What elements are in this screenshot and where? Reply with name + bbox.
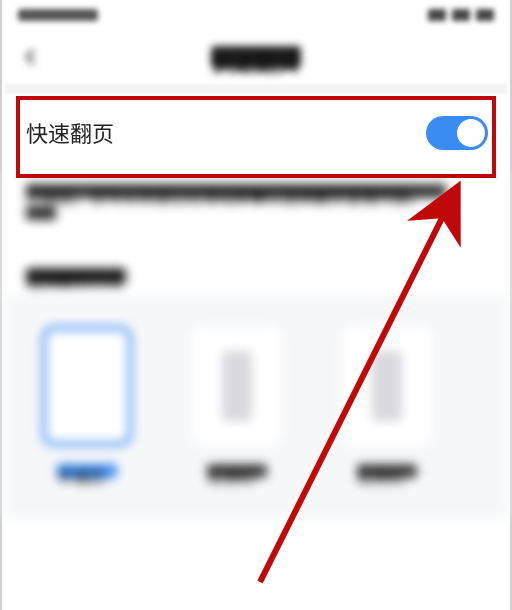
setting-description: 开启后，您可以快速左右滑动屏幕以连续翻页查看内容。 [4, 172, 508, 246]
description-text: 开启后，您可以快速左右滑动屏幕以连续翻页查看内容。 [26, 184, 446, 198]
fast-page-toggle[interactable] [426, 116, 488, 150]
option-thumbnail [192, 326, 282, 446]
signal-icon [428, 9, 446, 21]
section-divider [4, 84, 508, 94]
phone-screen: 快速翻页 快速翻页 开启后，您可以快速左右滑动屏幕以连续翻页查看内容。 选择翻页… [4, 0, 508, 610]
nav-bar: 快速翻页 [4, 30, 508, 84]
page-title: 快速翻页 [211, 46, 301, 68]
chevron-left-icon [22, 49, 38, 65]
option-label: 平铺页 [57, 464, 117, 478]
screenshot-viewport: 快速翻页 快速翻页 开启后，您可以快速左右滑动屏幕以连续翻页查看内容。 选择翻页… [0, 0, 512, 610]
option-label: 左侧栏 [207, 464, 267, 478]
page-edge-left [0, 0, 2, 610]
status-icons [428, 9, 494, 21]
setting-label: 快速翻页 [26, 117, 114, 149]
back-button[interactable] [22, 49, 38, 65]
status-bar [4, 0, 508, 30]
page-mode-option-3[interactable]: 右侧栏 [332, 326, 442, 478]
page-mode-options: 平铺页 左侧栏 右侧栏 [4, 296, 508, 518]
option-thumbnail [42, 326, 132, 446]
blurred-lower-content: 开启后，您可以快速左右滑动屏幕以连续翻页查看内容。 选择翻页方式 平铺页 左侧栏… [4, 172, 508, 518]
page-mode-option-2[interactable]: 左侧栏 [182, 326, 292, 478]
option-thumbnail [342, 326, 432, 446]
wifi-icon [452, 9, 470, 21]
status-time [18, 9, 98, 21]
battery-icon [476, 9, 494, 21]
mode-section-title-text: 选择翻页方式 [26, 268, 126, 284]
mode-section-title: 选择翻页方式 [4, 246, 508, 296]
toggle-knob [457, 119, 485, 147]
setting-row-fast-page[interactable]: 快速翻页 [4, 94, 508, 172]
page-mode-option-1[interactable]: 平铺页 [32, 326, 142, 478]
option-label: 右侧栏 [357, 464, 417, 478]
description-text-cont [26, 206, 56, 220]
